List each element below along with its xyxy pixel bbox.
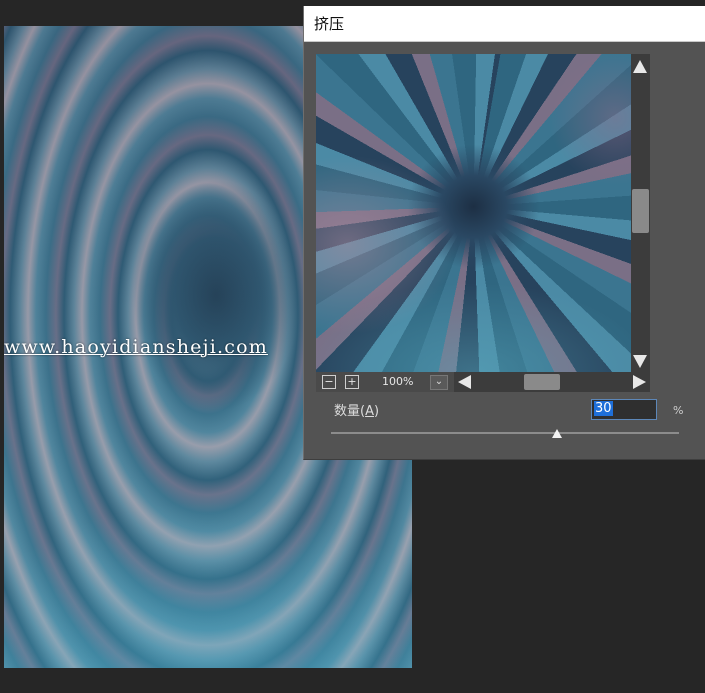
preview-zoom-bar: − + 100% ⌄: [316, 372, 650, 392]
scroll-left-arrow-icon[interactable]: [458, 375, 471, 389]
preview-vertical-scrollbar[interactable]: [631, 54, 650, 372]
scroll-right-arrow-icon[interactable]: [633, 375, 646, 389]
preview-horizontal-scrollbar[interactable]: [454, 372, 650, 392]
zoom-dropdown-button[interactable]: ⌄: [430, 375, 448, 390]
chevron-down-icon: ⌄: [434, 376, 444, 387]
zoom-out-button[interactable]: −: [322, 375, 336, 389]
amount-slider-thumb[interactable]: [552, 429, 563, 438]
amount-accelerator-key: A: [365, 404, 374, 419]
zoom-level: 100%: [382, 375, 414, 388]
zoom-in-button[interactable]: +: [345, 375, 359, 389]
amount-slider-track[interactable]: [331, 432, 679, 434]
filter-preview[interactable]: [316, 54, 631, 372]
amount-value: 30: [594, 401, 613, 416]
watermark-text: www.haoyidiansheji.com: [4, 336, 268, 358]
zoom-in-icon: +: [347, 375, 357, 388]
horizontal-scroll-thumb[interactable]: [524, 374, 560, 390]
scroll-down-arrow-icon[interactable]: [633, 355, 647, 368]
dialog-title: 挤压: [304, 6, 705, 42]
amount-label: 数量(A): [334, 404, 380, 419]
amount-input[interactable]: 30: [591, 399, 657, 420]
pinch-dialog: 挤压 − + 100% ⌄ 数量(A) 30 %: [303, 6, 705, 460]
scroll-up-arrow-icon[interactable]: [633, 60, 647, 73]
zoom-out-icon: −: [324, 375, 334, 388]
amount-unit: %: [673, 404, 684, 417]
vertical-scroll-thumb[interactable]: [632, 189, 649, 233]
